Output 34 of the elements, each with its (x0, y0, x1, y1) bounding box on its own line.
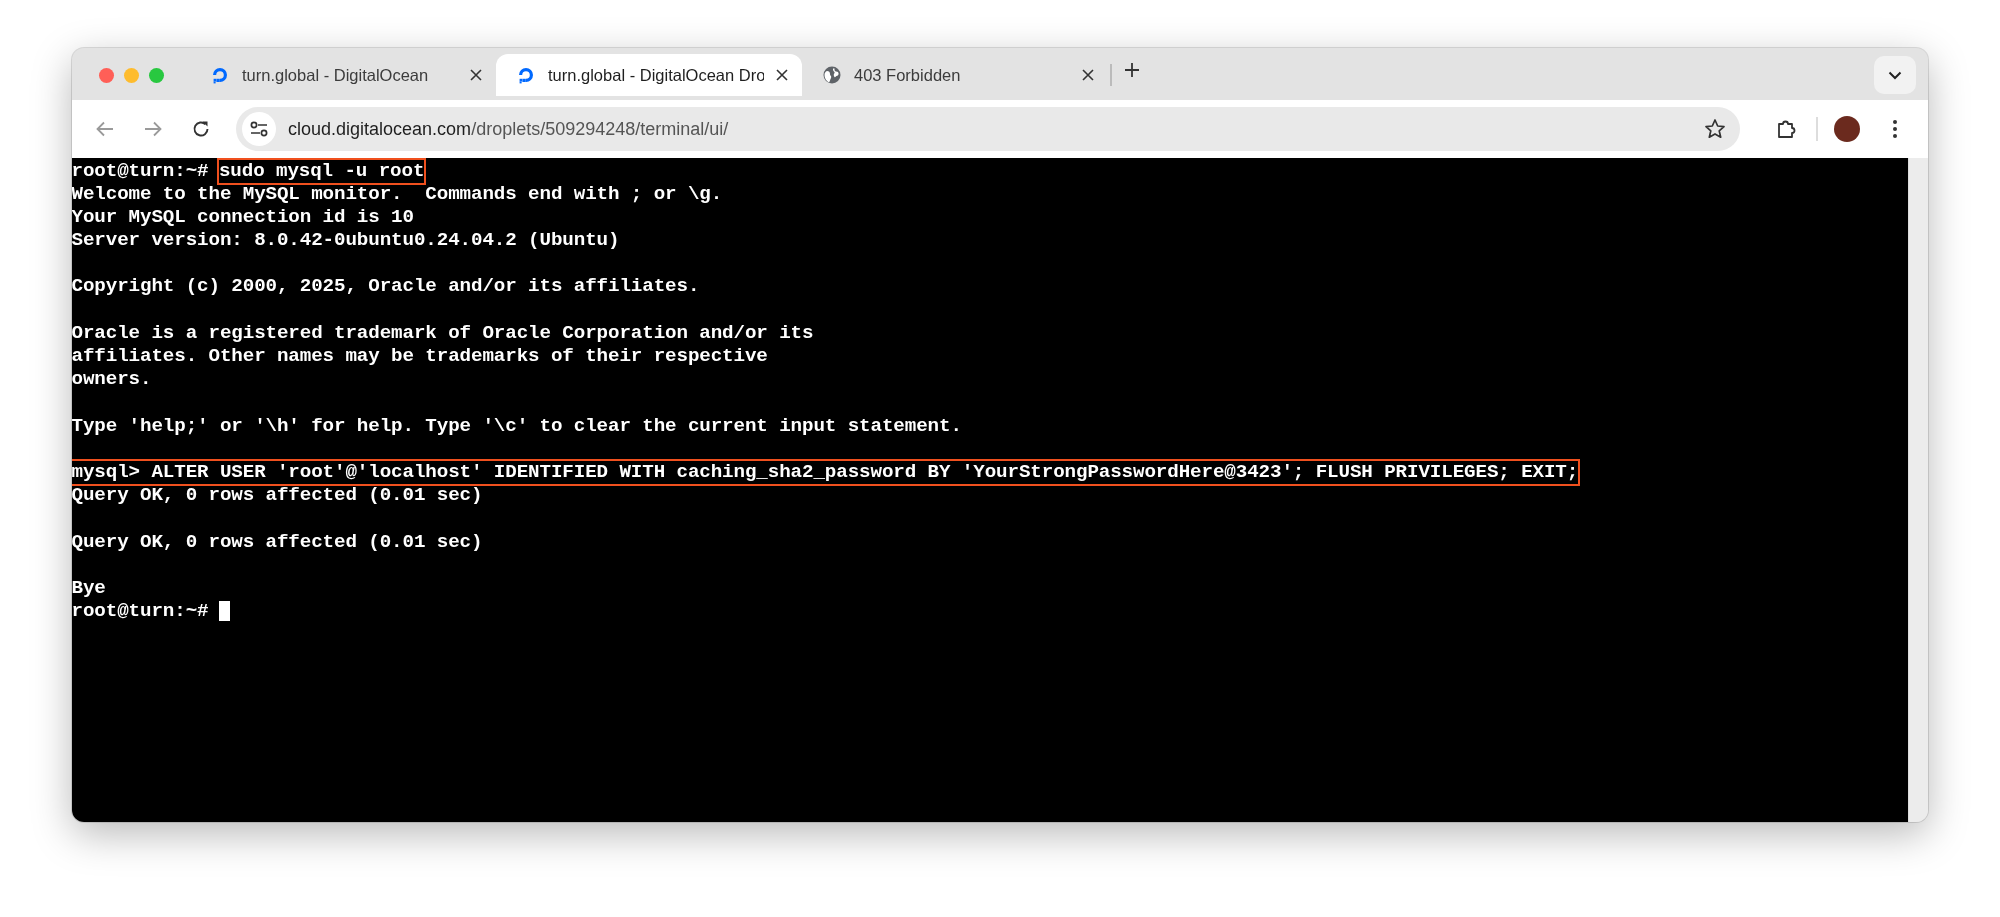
close-icon[interactable] (470, 69, 482, 81)
back-arrow-icon[interactable] (96, 121, 114, 137)
terminal-text: Oracle is a registered trademark of Oracle Corporation and/or its (72, 320, 815, 346)
logo-icon (210, 65, 230, 85)
terminal-text: root@turn:~# (72, 158, 210, 184)
logo-icon (516, 65, 536, 85)
browser-tab[interactable]: turn.global - DigitalOcean Dro (496, 54, 802, 96)
star-icon[interactable] (1704, 118, 1726, 140)
terminal-text: Type 'help;' or '\h' for help. Type '\c' to clear the current input statement. (72, 413, 963, 439)
terminal-text: Bye (72, 575, 107, 601)
globe-icon (822, 65, 842, 85)
terminal-text: Your MySQL connection id is 10 (72, 204, 415, 230)
terminal-text: Server version: 8.0.42-0ubuntu0.24.04.2 (Ubuntu) (72, 228, 621, 254)
terminal-text: Copyright (c) 2000, 2025, Oracle and/or its affiliates. (72, 274, 701, 300)
more-menu-icon[interactable] (1892, 119, 1898, 139)
terminal-text: affiliates. Other names may be trademarks of their respective (72, 344, 769, 369)
puzzle-piece-icon[interactable] (1776, 118, 1798, 140)
browser-tab[interactable]: turn.global - DigitalOcean (190, 54, 496, 96)
forward-arrow-icon[interactable] (144, 121, 162, 137)
tab-search-button[interactable] (1874, 56, 1916, 94)
site-settings-icon[interactable] (249, 120, 269, 138)
address-bar[interactable]: cloud.digitalocean.com/droplets/509294248/terminal/ui/ (236, 107, 1740, 151)
terminal-text: root@turn:~# (72, 599, 210, 625)
close-icon[interactable] (776, 69, 788, 81)
close-icon[interactable] (1082, 69, 1094, 81)
browser-tab[interactable]: 403 Forbidden (802, 54, 1108, 96)
avatar[interactable] (1834, 116, 1860, 142)
chevron-down-icon (1888, 70, 1902, 80)
highlighted-command: sudo mysql -u root (216, 158, 427, 185)
terminal-text: owners. (72, 367, 153, 393)
terminal-text: Query OK, 0 rows affected (0.01 sec) (72, 529, 484, 555)
highlighted-command: mysql> ALTER USER 'root'@'localhost' IDENTIFIED WITH caching_sha2_password BY 'YourStrongPasswordHere@3423'; FLUSH PRIVILEGES; EXIT; (72, 458, 1581, 487)
reload-icon[interactable] (192, 120, 210, 138)
new-tab-icon[interactable] (1124, 62, 1140, 78)
